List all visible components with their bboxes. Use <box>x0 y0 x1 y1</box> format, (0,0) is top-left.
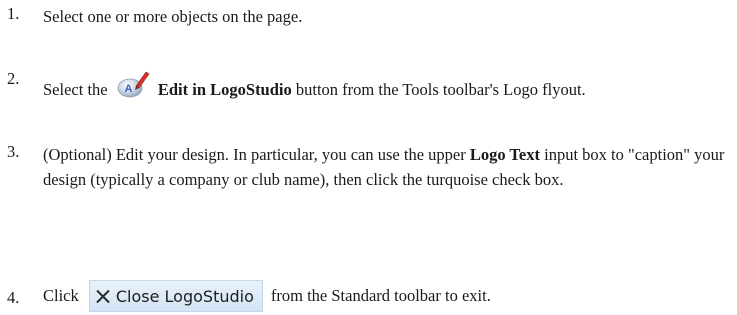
svg-text:A: A <box>124 83 132 95</box>
close-logostudio-button[interactable]: Close LogoStudio <box>88 280 263 312</box>
logo-text-label: Logo Text <box>469 145 540 164</box>
step-2-pre: Select the <box>43 80 108 99</box>
logostudio-edit-icon: A <box>116 69 150 99</box>
step-number: 2. <box>7 69 20 88</box>
step-text: Click Close LogoStudio from the Standard… <box>43 280 735 312</box>
close-x-icon <box>96 289 110 303</box>
step-number: 3. <box>7 142 20 161</box>
step-number: 1. <box>7 4 20 23</box>
close-logostudio-label: Close LogoStudio <box>115 286 254 306</box>
step-4-post: from the Standard toolbar to exit. <box>270 286 491 305</box>
step-2-post: button from the Tools toolbar's Logo fly… <box>291 80 586 99</box>
step-text: Select the A Edit in LogoStudio button f… <box>43 69 735 102</box>
step-4-pre: Click <box>43 286 79 305</box>
step-text: (Optional) Edit your design. In particul… <box>43 142 735 192</box>
step-text: Select one or more objects on the page. <box>43 4 735 29</box>
step-number: 4. <box>7 288 20 307</box>
step-3-pre: (Optional) Edit your design. In particul… <box>43 145 470 164</box>
step-1-text: Select one or more objects on the page. <box>43 7 303 26</box>
edit-in-logostudio-label: Edit in LogoStudio <box>157 80 292 99</box>
